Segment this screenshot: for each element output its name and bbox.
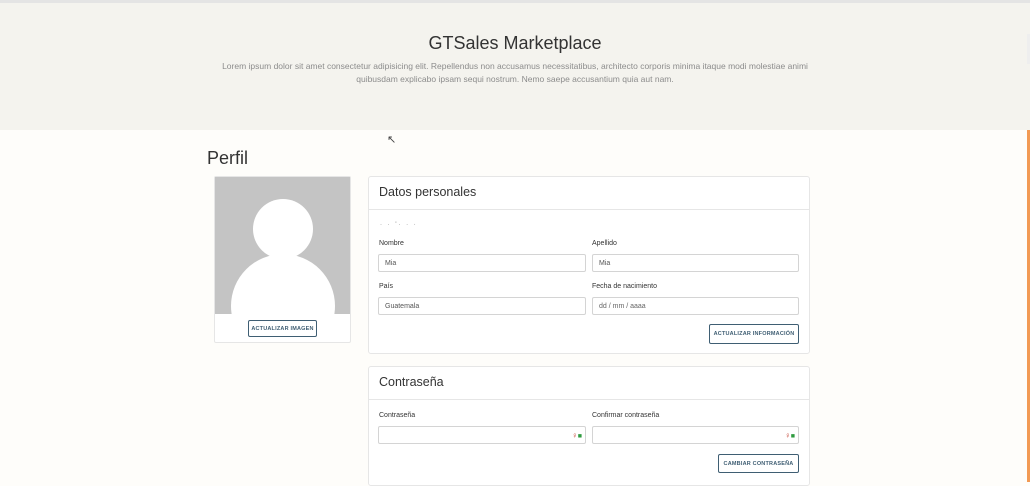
birthdate-input[interactable]: dd / mm / aaaa	[592, 297, 799, 315]
avatar-head-shape	[253, 199, 313, 259]
birthdate-placeholder: dd / mm / aaaa	[599, 302, 646, 310]
password-input[interactable]: ♀■	[378, 426, 586, 444]
birthdate-label: Fecha de nacimiento	[592, 283, 657, 290]
page-title: Perfil	[207, 148, 249, 168]
first-name-value: Mia	[385, 259, 397, 267]
last-name-input[interactable]: Mia	[592, 254, 799, 272]
password-label: Contraseña	[379, 412, 416, 419]
hero-banner: GTSales Marketplace Lorem ipsum dolor si…	[0, 3, 1030, 130]
country-select[interactable]: Guatemala	[378, 297, 586, 315]
update-image-button[interactable]: ACTUALIZAR IMAGEN	[248, 320, 317, 337]
personal-data-header: Datos personales	[369, 177, 809, 210]
faint-text: · · '· · ·	[380, 222, 418, 228]
last-name-value: Mia	[599, 259, 611, 267]
confirm-password-input[interactable]: ♀■	[592, 426, 799, 444]
first-name-input[interactable]: Mia	[378, 254, 586, 272]
site-title: GTSales Marketplace	[428, 33, 602, 53]
last-name-label: Apellido	[592, 240, 617, 247]
country-value: Guatemala	[385, 302, 420, 310]
avatar-body-shape	[231, 254, 335, 314]
site-description: Lorem ipsum dolor sit amet consectetur a…	[222, 61, 808, 84]
avatar-placeholder-image	[215, 177, 350, 314]
avatar-card: ACTUALIZAR IMAGEN	[214, 176, 351, 343]
update-info-button[interactable]: ACTUALIZAR INFORMACIÓN	[709, 324, 799, 344]
change-password-button[interactable]: CAMBIAR CONTRASEÑA	[718, 454, 799, 473]
password-key-icon[interactable]: ♀■	[572, 431, 582, 440]
password-title: Contraseña	[379, 375, 444, 389]
country-label: País	[379, 283, 394, 290]
personal-data-title: Datos personales	[379, 185, 477, 199]
confirm-password-label: Confirmar contraseña	[592, 412, 660, 419]
password-key-icon[interactable]: ♀■	[785, 431, 795, 440]
password-header: Contraseña	[369, 367, 809, 400]
first-name-label: Nombre	[379, 240, 404, 247]
mouse-pointer-icon: ↖	[387, 134, 397, 146]
